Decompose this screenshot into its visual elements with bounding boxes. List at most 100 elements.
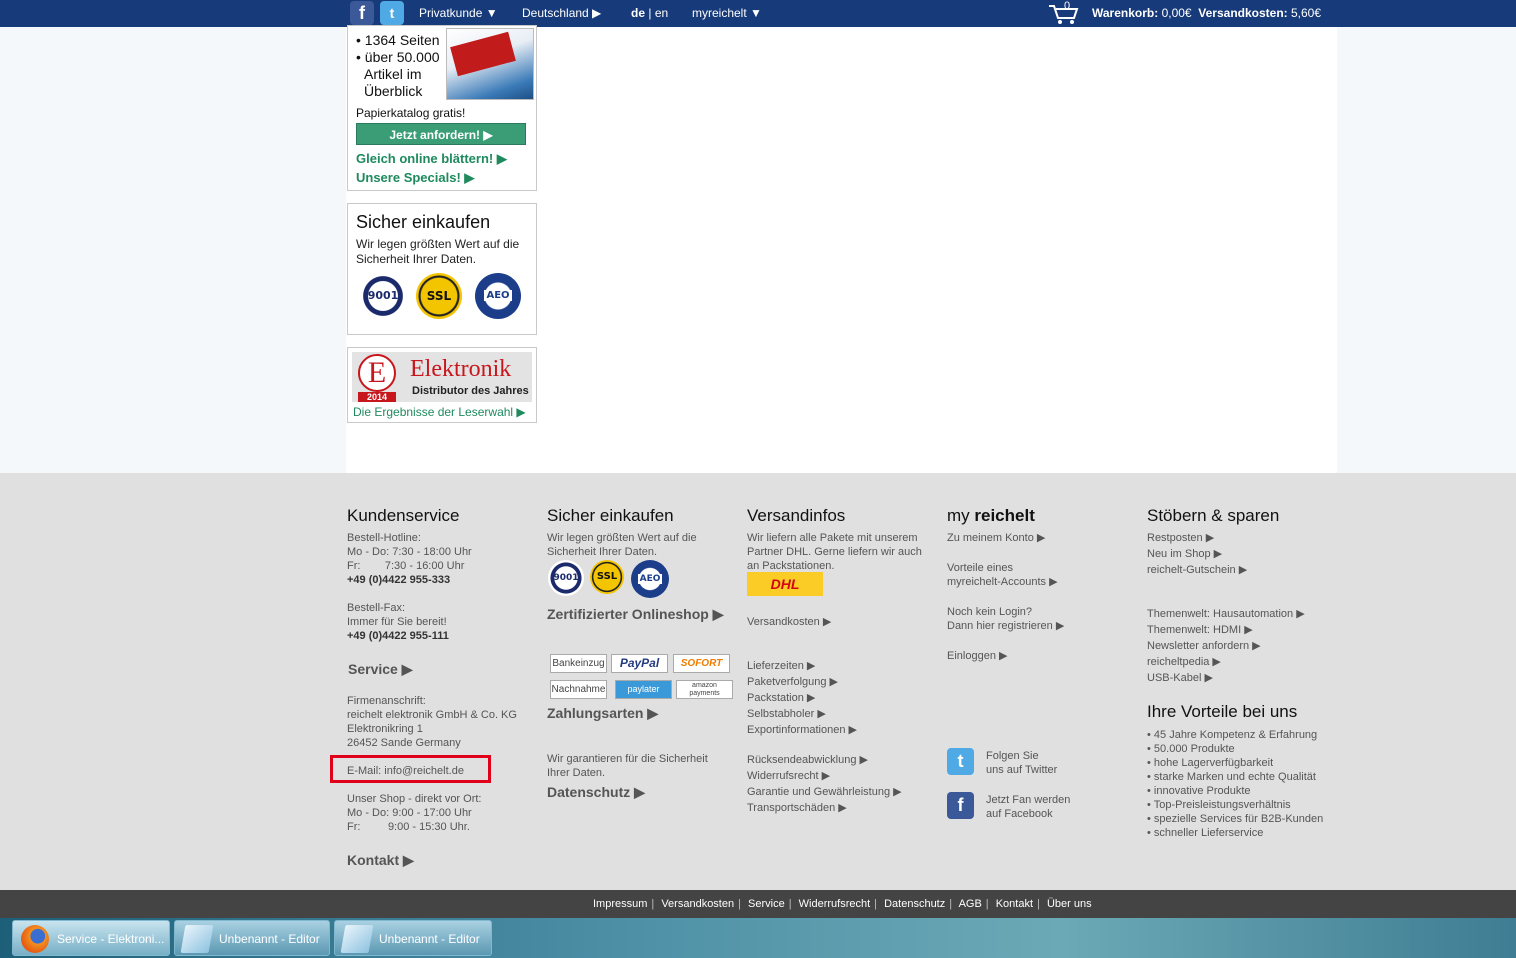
hdmi-link[interactable]: Themenwelt: HDMI ▶ — [1147, 623, 1253, 636]
catalog-cover-image[interactable] — [446, 28, 534, 100]
cart-summary[interactable]: Warenkorb: 0,00€ Versandkosten: 5,60€ — [1092, 6, 1321, 20]
payment-methods-link[interactable]: Zahlungsarten ▶ — [547, 705, 658, 722]
privacy-link[interactable]: Datenschutz ▶ — [547, 784, 645, 801]
shop-label: Unser Shop - direkt vor Ort: — [347, 793, 482, 805]
twitter-text-2[interactable]: uns auf Twitter — [986, 763, 1057, 777]
elektronik-logo-icon: E — [358, 354, 396, 392]
self-pickup-link[interactable]: Selbstabholer ▶ — [747, 707, 826, 720]
usb-cable-link[interactable]: USB-Kabel ▶ — [1147, 671, 1213, 684]
withdrawal-link[interactable]: Widerrufsrecht ▶ — [747, 769, 830, 782]
email-link[interactable]: E-Mail: info@reichelt.de — [347, 764, 464, 778]
my-account-link[interactable]: Zu meinem Konto ▶ — [947, 531, 1045, 544]
fax-label: Bestell-Fax: — [347, 602, 406, 614]
bottom-agb-link[interactable]: AGB — [959, 898, 982, 910]
payment-sofort-icon: SOFORT — [673, 654, 730, 673]
privacy-text-1: Wir garantieren für die Sicherheit — [547, 753, 708, 765]
iso-9001-seal-icon[interactable]: 9001 — [360, 273, 406, 319]
register-link[interactable]: Dann hier registrieren ▶ — [947, 619, 1064, 632]
address-company: reichelt elektronik GmbH & Co. KG — [347, 709, 517, 721]
warranty-link[interactable]: Garantie und Gewährleistung ▶ — [747, 785, 902, 798]
bottom-about-link[interactable]: Über uns — [1047, 898, 1092, 910]
order-catalog-button[interactable]: Jetzt anfordern! ▶ — [356, 123, 526, 145]
facebook-text-1[interactable]: Jetzt Fan werden — [986, 793, 1070, 807]
tracking-link[interactable]: Paketverfolgung ▶ — [747, 675, 838, 688]
customer-type-dropdown[interactable]: Privatkunde ▼ — [419, 6, 498, 20]
bottom-shipping-link[interactable]: Versandkosten — [661, 898, 734, 910]
service-link[interactable]: Service ▶ — [348, 661, 412, 678]
secure-box-title: Sicher einkaufen — [356, 212, 491, 232]
cart-label: Warenkorb: — [1092, 6, 1159, 20]
impressum-link[interactable]: Impressum — [593, 898, 647, 910]
myreichelt-dropdown[interactable]: myreichelt ▼ — [692, 6, 762, 20]
account-benefits-text: Vorteile eines — [947, 562, 1014, 574]
reicheltpedia-link[interactable]: reicheltpedia ▶ — [1147, 655, 1221, 668]
payment-nachnahme: Nachnahme — [550, 680, 607, 699]
contact-link[interactable]: Kontakt ▶ — [347, 852, 414, 869]
footer-iso-seal-icon[interactable]: 9001 — [548, 560, 584, 596]
benefit-item: • Top-Preisleistungsverhältnis — [1147, 799, 1291, 811]
bottom-service-link[interactable]: Service — [748, 898, 785, 910]
taskbar-editor-button-2[interactable]: Unbenannt - Editor — [334, 920, 492, 956]
benefit-item: • spezielle Services für B2B-Kunden — [1147, 813, 1324, 825]
cart-icon[interactable]: 0 — [1048, 0, 1080, 25]
benefit-item: • 45 Jahre Kompetenz & Erfahrung — [1147, 729, 1318, 741]
packstation-link[interactable]: Packstation ▶ — [747, 691, 815, 704]
award-box: E 2014 Elektronik Distributor des Jahres… — [347, 347, 537, 423]
top-navigation-bar: f t Privatkunde ▼ Deutschland ▶ de | en … — [0, 0, 1516, 27]
facebook-icon[interactable]: f — [350, 1, 374, 25]
specials-link[interactable]: Unsere Specials! ▶ — [356, 170, 474, 186]
footer-twitter-icon[interactable]: t — [947, 748, 974, 775]
footer-facebook-icon[interactable]: f — [947, 792, 974, 819]
separator: | — [651, 898, 655, 910]
twitter-text-1[interactable]: Folgen Sie — [986, 749, 1039, 763]
bottom-contact-link[interactable]: Kontakt — [996, 898, 1033, 910]
new-in-shop-link[interactable]: Neu im Shop ▶ — [1147, 547, 1222, 560]
voucher-link[interactable]: reichelt-Gutschein ▶ — [1147, 563, 1247, 576]
shipping-info-title: Versandinfos — [747, 506, 846, 525]
login-link[interactable]: Einloggen ▶ — [947, 649, 1007, 662]
taskbar-firefox-button[interactable]: Service - Elektroni... — [12, 920, 170, 956]
remaining-stock-link[interactable]: Restposten ▶ — [1147, 531, 1214, 544]
home-automation-link[interactable]: Themenwelt: Hausautomation ▶ — [1147, 607, 1305, 620]
notepad-icon — [180, 925, 214, 953]
footer-ssl-seal-icon[interactable]: SSL — [590, 560, 624, 594]
catalog-bullet-articles-2: Artikel im — [364, 66, 422, 82]
export-info-link[interactable]: Exportinformationen ▶ — [747, 723, 857, 736]
returns-link[interactable]: Rücksendeabwicklung ▶ — [747, 753, 868, 766]
ssl-seal-icon[interactable]: SSL — [416, 273, 462, 319]
benefit-item: • schneller Lieferservice — [1147, 827, 1264, 839]
shipping-label: Versandkosten: — [1198, 6, 1288, 20]
country-selector[interactable]: Deutschland ▶ — [522, 6, 601, 20]
browse-save-title: Stöbern & sparen — [1147, 506, 1280, 525]
notepad-icon — [340, 925, 374, 953]
facebook-text-2[interactable]: auf Facebook — [986, 807, 1053, 821]
aeo-seal-icon[interactable]: AEO — [475, 273, 521, 319]
catalog-bullet-pages: • 1364 Seiten — [356, 32, 440, 48]
hotline-hours-friday: Fr: 7:30 - 16:00 Uhr — [347, 560, 465, 572]
shipping-text-3: an Packstationen. — [747, 560, 835, 572]
elektronik-award-banner[interactable]: E 2014 Elektronik Distributor des Jahres — [352, 352, 532, 402]
catalog-free-text: Papierkatalog gratis! — [356, 106, 466, 120]
shipping-costs-link[interactable]: Versandkosten ▶ — [747, 615, 831, 628]
language-switch: de | en — [631, 6, 668, 20]
award-results-link[interactable]: Die Ergebnisse der Leserwahl ▶ — [353, 405, 526, 419]
bottom-privacy-link[interactable]: Datenschutz — [884, 898, 945, 910]
browse-online-link[interactable]: Gleich online blättern! ▶ — [356, 151, 507, 167]
taskbar-editor-button-1[interactable]: Unbenannt - Editor — [174, 920, 330, 956]
bottom-withdrawal-link[interactable]: Widerrufsrecht — [799, 898, 871, 910]
benefits-title: Ihre Vorteile bei uns — [1147, 702, 1298, 721]
main-content: • 1364 Seiten • über 50.000 Artikel im Ü… — [346, 25, 1337, 473]
lang-de-link[interactable]: de — [631, 6, 645, 20]
newsletter-link[interactable]: Newsletter anfordern ▶ — [1147, 639, 1261, 652]
footer-aeo-seal-icon[interactable]: AEO — [631, 560, 669, 598]
transport-damage-link[interactable]: Transportschäden ▶ — [747, 801, 847, 814]
lang-en-link[interactable]: en — [655, 6, 668, 20]
certified-shop-link[interactable]: Zertifizierter Onlineshop ▶ — [547, 606, 723, 623]
aeo-seal-label: AEO — [484, 290, 512, 301]
account-benefits-link[interactable]: myreichelt-Accounts ▶ — [947, 575, 1058, 588]
payment-paypal-icon: PayPal — [611, 654, 668, 673]
catalog-bullet-articles: • über 50.000 — [356, 49, 440, 65]
delivery-times-link[interactable]: Lieferzeiten ▶ — [747, 659, 815, 672]
twitter-icon[interactable]: t — [380, 1, 404, 25]
award-brand: Elektronik — [410, 356, 512, 382]
